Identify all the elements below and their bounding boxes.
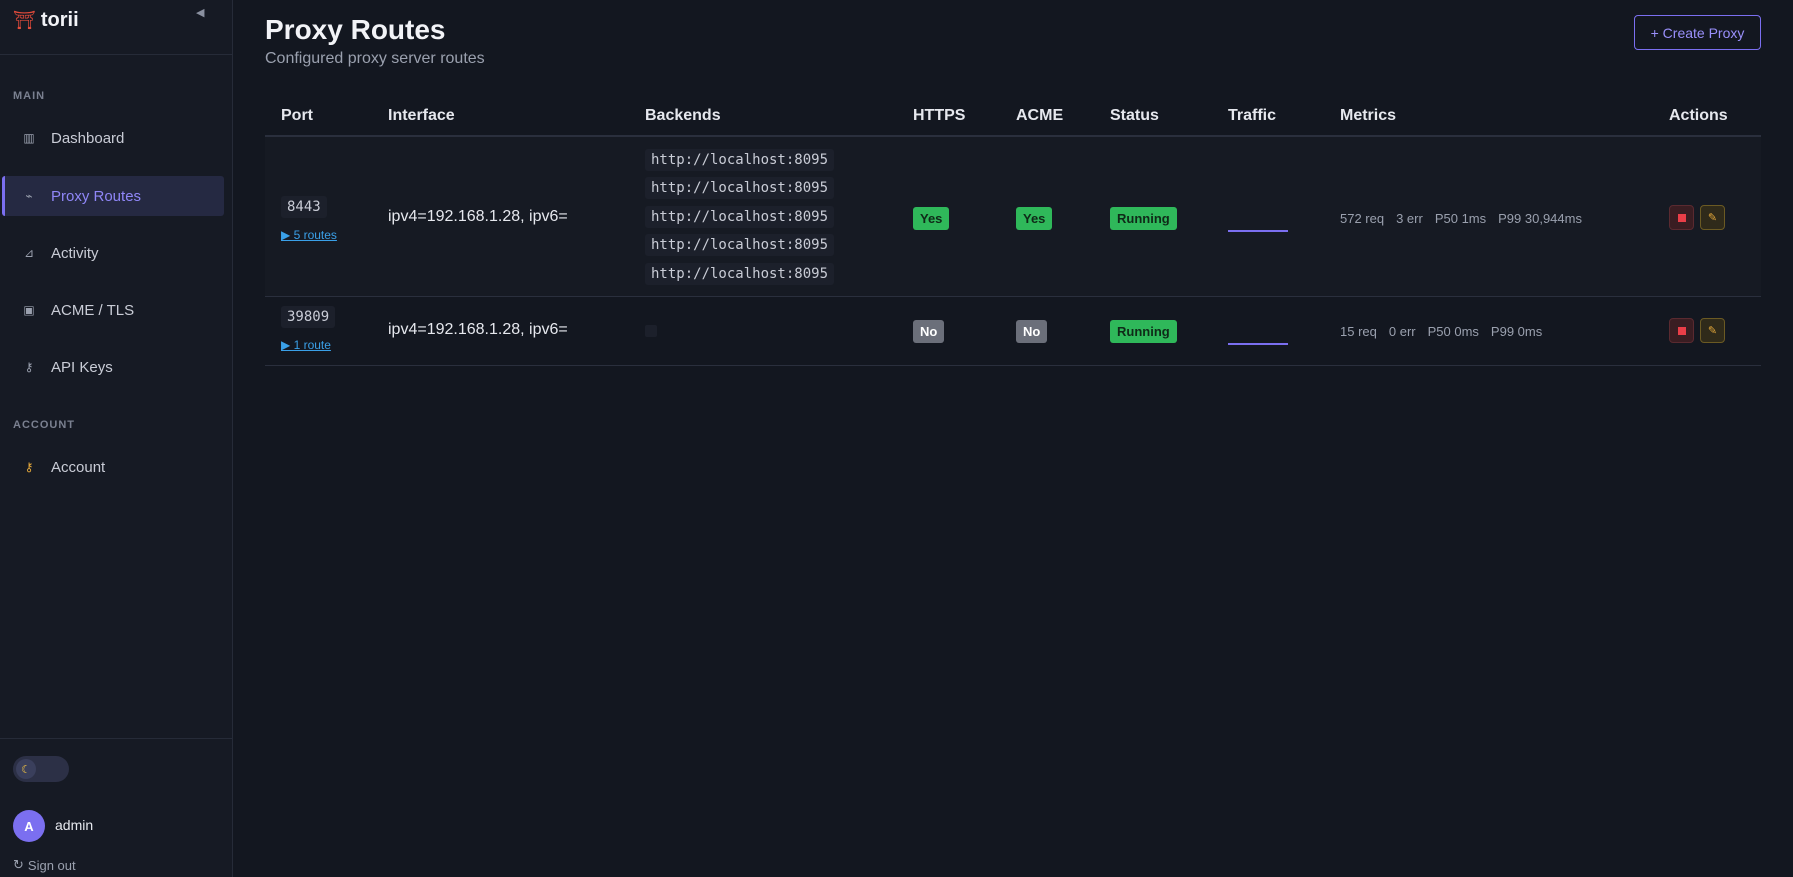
create-proxy-button[interactable]: + Create Proxy (1634, 15, 1761, 50)
divider (0, 738, 233, 739)
sidebar-item-label: Account (51, 458, 106, 476)
stop-button[interactable] (1669, 318, 1694, 343)
brand[interactable]: ⛩ torii (13, 9, 79, 32)
key-icon: ⚷ (24, 360, 34, 374)
torii-gate-icon: ⛩ (13, 10, 36, 30)
sidebar-item-account[interactable]: ⚷ Account (2, 447, 224, 487)
key-icon: ⚷ (24, 460, 34, 474)
sidebar-item-label: API Keys (51, 358, 113, 376)
section-label-main: MAIN (13, 90, 46, 102)
stop-icon (1677, 213, 1686, 222)
backend-url: http://localhost:8095 (645, 234, 835, 256)
sidebar-item-api-keys[interactable]: ⚷ API Keys (2, 347, 224, 387)
proxy-routes-table: Port Interface Backends HTTPS ACME Statu… (265, 95, 1761, 366)
sidebar-item-label: ACME / TLS (51, 301, 135, 319)
https-badge: Yes (913, 207, 950, 230)
column-header: Traffic (1228, 107, 1277, 124)
sidebar-item-label: Proxy Routes (51, 187, 142, 205)
metric-p50: P50 0ms (1427, 324, 1479, 339)
sidebar-item-proxy-routes[interactable]: ⌁ Proxy Routes (2, 176, 224, 216)
moon-icon: ☾ (16, 759, 36, 779)
table-row: 39809 ▶ 1 route ipv4=192.168.1.28, ipv6=… (265, 297, 1761, 366)
metric-requests: 572 req (1340, 211, 1385, 226)
sidebar-item-label: Activity (51, 244, 99, 262)
sidebar-item-activity[interactable]: ⊿ Activity (2, 233, 224, 273)
section-label-account: ACCOUNT (13, 419, 75, 431)
pencil-icon: ✎ (1707, 325, 1718, 337)
column-header: ACME (1016, 107, 1064, 124)
backend-empty (645, 325, 657, 337)
column-header: Backends (645, 107, 721, 124)
traffic-sparkline (1228, 343, 1288, 345)
backend-url: http://localhost:8095 (645, 263, 835, 285)
table-row: 8443 ▶ 5 routes ipv4=192.168.1.28, ipv6=… (265, 137, 1761, 297)
acme-badge: Yes (1016, 207, 1053, 230)
traffic-sparkline (1228, 230, 1288, 232)
column-header: Actions (1669, 107, 1728, 124)
column-header: HTTPS (913, 107, 966, 124)
metrics: 572 req 3 err P50 1ms P99 30,944ms (1340, 211, 1582, 226)
backend-url: http://localhost:8095 (645, 149, 835, 171)
avatar[interactable]: A (13, 810, 45, 842)
routes-toggle-link[interactable]: ▶ 5 routes (281, 228, 337, 242)
lock-icon: ▣ (23, 303, 35, 317)
port-value: 39809 (281, 306, 336, 328)
pencil-icon: ✎ (1707, 212, 1718, 224)
metric-errors: 3 err (1396, 211, 1423, 226)
metric-p50: P50 1ms (1434, 211, 1487, 226)
sidebar-item-label: Dashboard (51, 129, 125, 147)
sidebar: ⛩ torii ◀ MAIN ▥ Dashboard ⌁ Proxy Route… (0, 0, 233, 877)
theme-toggle[interactable]: ☾ (13, 756, 69, 782)
satellite-icon: ⊿ (23, 246, 35, 260)
metric-p99: P99 30,944ms (1498, 211, 1582, 226)
page-title: Proxy Routes (265, 14, 446, 45)
stop-button[interactable] (1669, 205, 1694, 230)
backend-url: http://localhost:8095 (645, 177, 835, 199)
column-header: Status (1110, 107, 1159, 124)
edit-button[interactable]: ✎ (1700, 205, 1725, 230)
backend-url: http://localhost:8095 (645, 206, 835, 228)
column-header: Port (281, 107, 313, 124)
sidebar-item-dashboard[interactable]: ▥ Dashboard (2, 118, 224, 158)
routes-toggle-link[interactable]: ▶ 1 route (281, 338, 331, 352)
port-value: 8443 (281, 196, 327, 218)
interface-value: ipv4=192.168.1.28, ipv6= (388, 208, 568, 225)
metric-errors: 0 err (1388, 324, 1416, 339)
sign-out-label: Sign out (27, 857, 76, 873)
column-header: Metrics (1340, 107, 1397, 124)
https-badge: No (913, 320, 945, 343)
sign-out-icon: ↻ (13, 857, 24, 872)
status-badge: Running (1110, 207, 1177, 230)
metrics: 15 req 0 err P50 0ms P99 0ms (1340, 324, 1542, 339)
column-header: Interface (388, 107, 455, 124)
metric-requests: 15 req (1340, 324, 1377, 339)
page-subtitle: Configured proxy server routes (265, 50, 485, 67)
collapse-sidebar-icon[interactable]: ◀ (196, 6, 204, 19)
table-header: Port Interface Backends HTTPS ACME Statu… (265, 95, 1761, 137)
chart-icon: ▥ (23, 131, 35, 145)
plug-icon: ⌁ (25, 189, 33, 203)
sidebar-item-acme-tls[interactable]: ▣ ACME / TLS (2, 290, 224, 330)
divider (0, 54, 233, 55)
edit-button[interactable]: ✎ (1700, 318, 1725, 343)
stop-icon (1677, 326, 1686, 335)
brand-name: torii (40, 9, 79, 31)
username: admin (55, 817, 94, 833)
interface-value: ipv4=192.168.1.28, ipv6= (388, 321, 568, 338)
status-badge: Running (1110, 320, 1177, 343)
acme-badge: No (1016, 320, 1048, 343)
metric-p99: P99 0ms (1490, 324, 1543, 339)
sign-out-link[interactable]: ↻ Sign out (13, 857, 76, 873)
